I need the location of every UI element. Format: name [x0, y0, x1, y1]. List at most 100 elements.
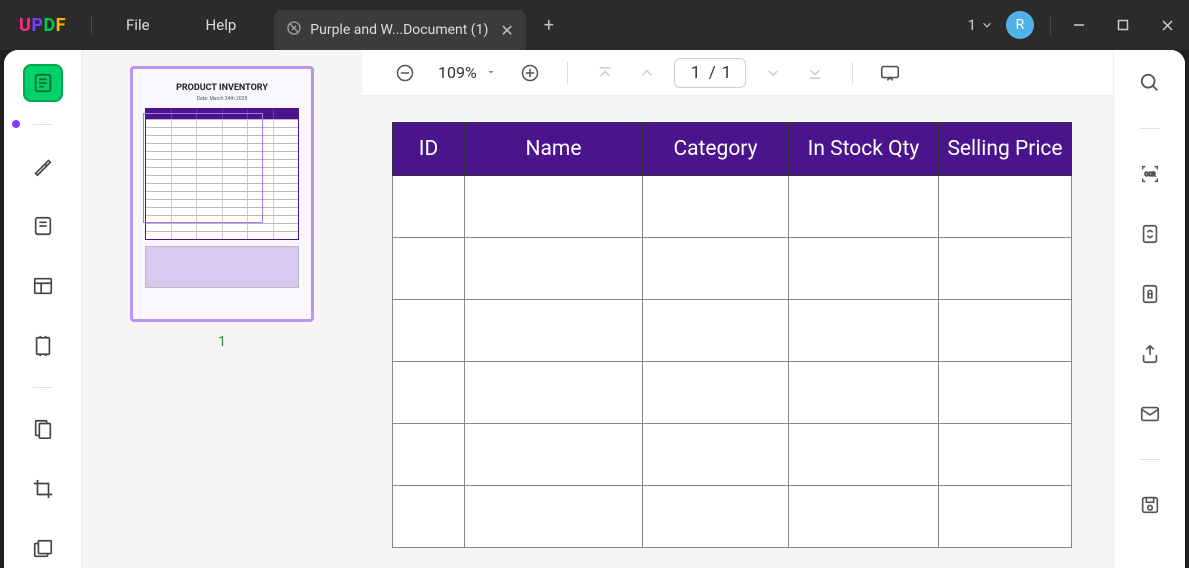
convert-button[interactable] — [1135, 219, 1165, 249]
document-viewport[interactable]: ID Name Category In Stock Qty Selling Pr… — [362, 96, 1113, 568]
table-row — [393, 362, 1072, 424]
app-logo: UPDF — [0, 15, 85, 36]
share-button[interactable] — [1135, 339, 1165, 369]
tab-title: Purple and W...Document (1) — [310, 22, 488, 38]
close-button[interactable] — [1145, 0, 1189, 50]
tab-close-button[interactable]: ✕ — [500, 21, 513, 40]
logo-u: U — [19, 15, 31, 36]
table-cell — [789, 424, 939, 486]
ocr-button[interactable]: OCR — [1135, 159, 1165, 189]
table-cell — [789, 486, 939, 548]
thumb-doc-date: Date: March 24th 2028 — [145, 96, 299, 102]
table-cell — [393, 424, 465, 486]
table-cell — [789, 238, 939, 300]
header-category: Category — [643, 123, 789, 176]
table-row — [393, 424, 1072, 486]
table-cell — [643, 424, 789, 486]
table-cell — [939, 486, 1072, 548]
header-price: Selling Price — [939, 123, 1072, 176]
thumbnail-panel: PRODUCT INVENTORY Date: March 24th 2028 — [82, 50, 362, 568]
logo-p: P — [31, 15, 43, 36]
menu-help[interactable]: Help — [178, 16, 265, 34]
save-button[interactable] — [1135, 490, 1165, 520]
page-edit-tool[interactable] — [23, 327, 63, 365]
crop-tool[interactable] — [23, 470, 63, 508]
divider — [567, 62, 568, 84]
menu-file[interactable]: File — [98, 16, 178, 34]
maximize-button[interactable] — [1101, 0, 1145, 50]
table-cell — [393, 300, 465, 362]
table-row — [393, 300, 1072, 362]
separator — [1140, 459, 1160, 460]
page-thumbnail[interactable]: PRODUCT INVENTORY Date: March 24th 2028 — [130, 66, 314, 322]
svg-text:OCR: OCR — [1144, 172, 1155, 178]
table-row — [393, 238, 1072, 300]
table-cell — [465, 300, 643, 362]
current-page: 1 — [689, 63, 703, 83]
table-cell — [465, 486, 643, 548]
chevron-down-icon — [485, 63, 497, 82]
inventory-table: ID Name Category In Stock Qty Selling Pr… — [392, 122, 1072, 548]
indicator-dot — [12, 120, 20, 128]
last-page-button[interactable] — [800, 58, 830, 88]
separator — [33, 387, 53, 388]
thumb-table — [145, 108, 299, 240]
separator — [1140, 128, 1160, 129]
prev-page-button[interactable] — [632, 58, 662, 88]
table-cell — [939, 424, 1072, 486]
table-cell — [465, 362, 643, 424]
table-cell — [465, 176, 643, 238]
new-tab-button[interactable]: + — [544, 15, 554, 36]
table-row — [393, 176, 1072, 238]
minimize-button[interactable] — [1057, 0, 1101, 50]
zoom-level[interactable]: 109% — [438, 63, 497, 82]
divider — [91, 15, 92, 35]
table-cell — [643, 362, 789, 424]
first-page-button[interactable] — [590, 58, 620, 88]
table-header-row: ID Name Category In Stock Qty Selling Pr… — [393, 123, 1072, 176]
zoom-in-button[interactable] — [515, 58, 545, 88]
view-toolbar: 109% 1 / 1 — [362, 50, 1113, 96]
header-stock: In Stock Qty — [789, 123, 939, 176]
organize-tool[interactable] — [23, 410, 63, 448]
table-cell — [393, 238, 465, 300]
tab-strip: Purple and W...Document (1) ✕ + — [274, 0, 554, 50]
divider — [852, 62, 853, 84]
form-tool[interactable] — [23, 267, 63, 305]
logo-f: F — [56, 15, 66, 36]
comment-tool[interactable] — [23, 207, 63, 245]
thumb-notes-area — [145, 246, 299, 288]
table-cell — [465, 424, 643, 486]
divider — [1050, 15, 1051, 35]
header-id: ID — [393, 123, 465, 176]
right-toolbar: OCR — [1113, 50, 1185, 568]
main-area: PRODUCT INVENTORY Date: March 24th 2028 — [4, 50, 1185, 568]
zoom-value-text: 109% — [438, 63, 477, 82]
next-page-button[interactable] — [758, 58, 788, 88]
header-name: Name — [465, 123, 643, 176]
user-avatar[interactable]: R — [1006, 11, 1034, 39]
email-button[interactable] — [1135, 399, 1165, 429]
table-cell — [939, 176, 1072, 238]
protect-button[interactable] — [1135, 279, 1165, 309]
table-cell — [939, 300, 1072, 362]
highlighter-tool[interactable] — [23, 147, 63, 185]
total-pages: 1 — [722, 63, 732, 83]
window-count[interactable]: 1 — [968, 16, 994, 34]
zoom-out-button[interactable] — [390, 58, 420, 88]
presentation-button[interactable] — [875, 58, 905, 88]
page-indicator[interactable]: 1 / 1 — [674, 58, 747, 88]
table-cell — [939, 362, 1072, 424]
reader-tool[interactable] — [23, 64, 63, 102]
table-cell — [393, 486, 465, 548]
window-controls — [1057, 0, 1189, 50]
table-cell — [643, 300, 789, 362]
search-button[interactable] — [1135, 68, 1165, 98]
batch-tool[interactable] — [23, 530, 63, 568]
titlebar: UPDF File Help Purple and W...Document (… — [0, 0, 1189, 50]
thumbnail-page-number: 1 — [218, 334, 226, 350]
table-cell — [789, 300, 939, 362]
table-cell — [393, 176, 465, 238]
document-tab[interactable]: Purple and W...Document (1) ✕ — [274, 10, 525, 50]
table-cell — [643, 238, 789, 300]
